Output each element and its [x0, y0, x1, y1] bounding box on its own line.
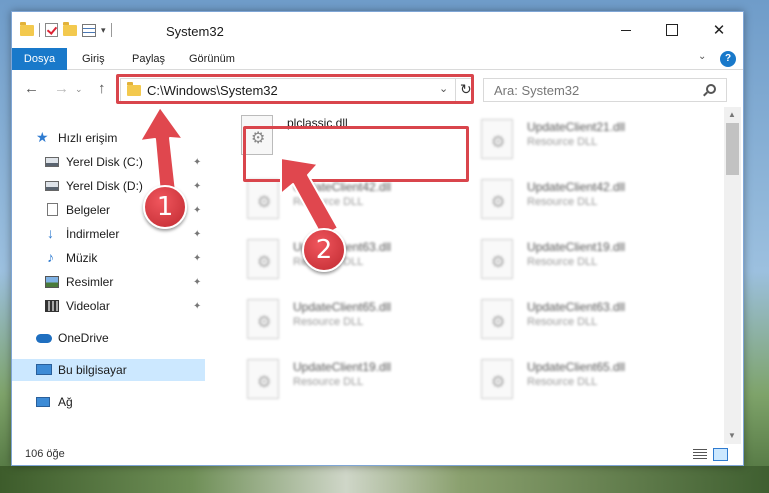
annotation-arrows	[139, 106, 339, 238]
step-badge-2: 2	[302, 228, 346, 272]
step-badge-1: 1	[143, 185, 187, 229]
arrow-to-address-bar	[139, 106, 184, 194]
arrow-to-file	[280, 157, 339, 238]
